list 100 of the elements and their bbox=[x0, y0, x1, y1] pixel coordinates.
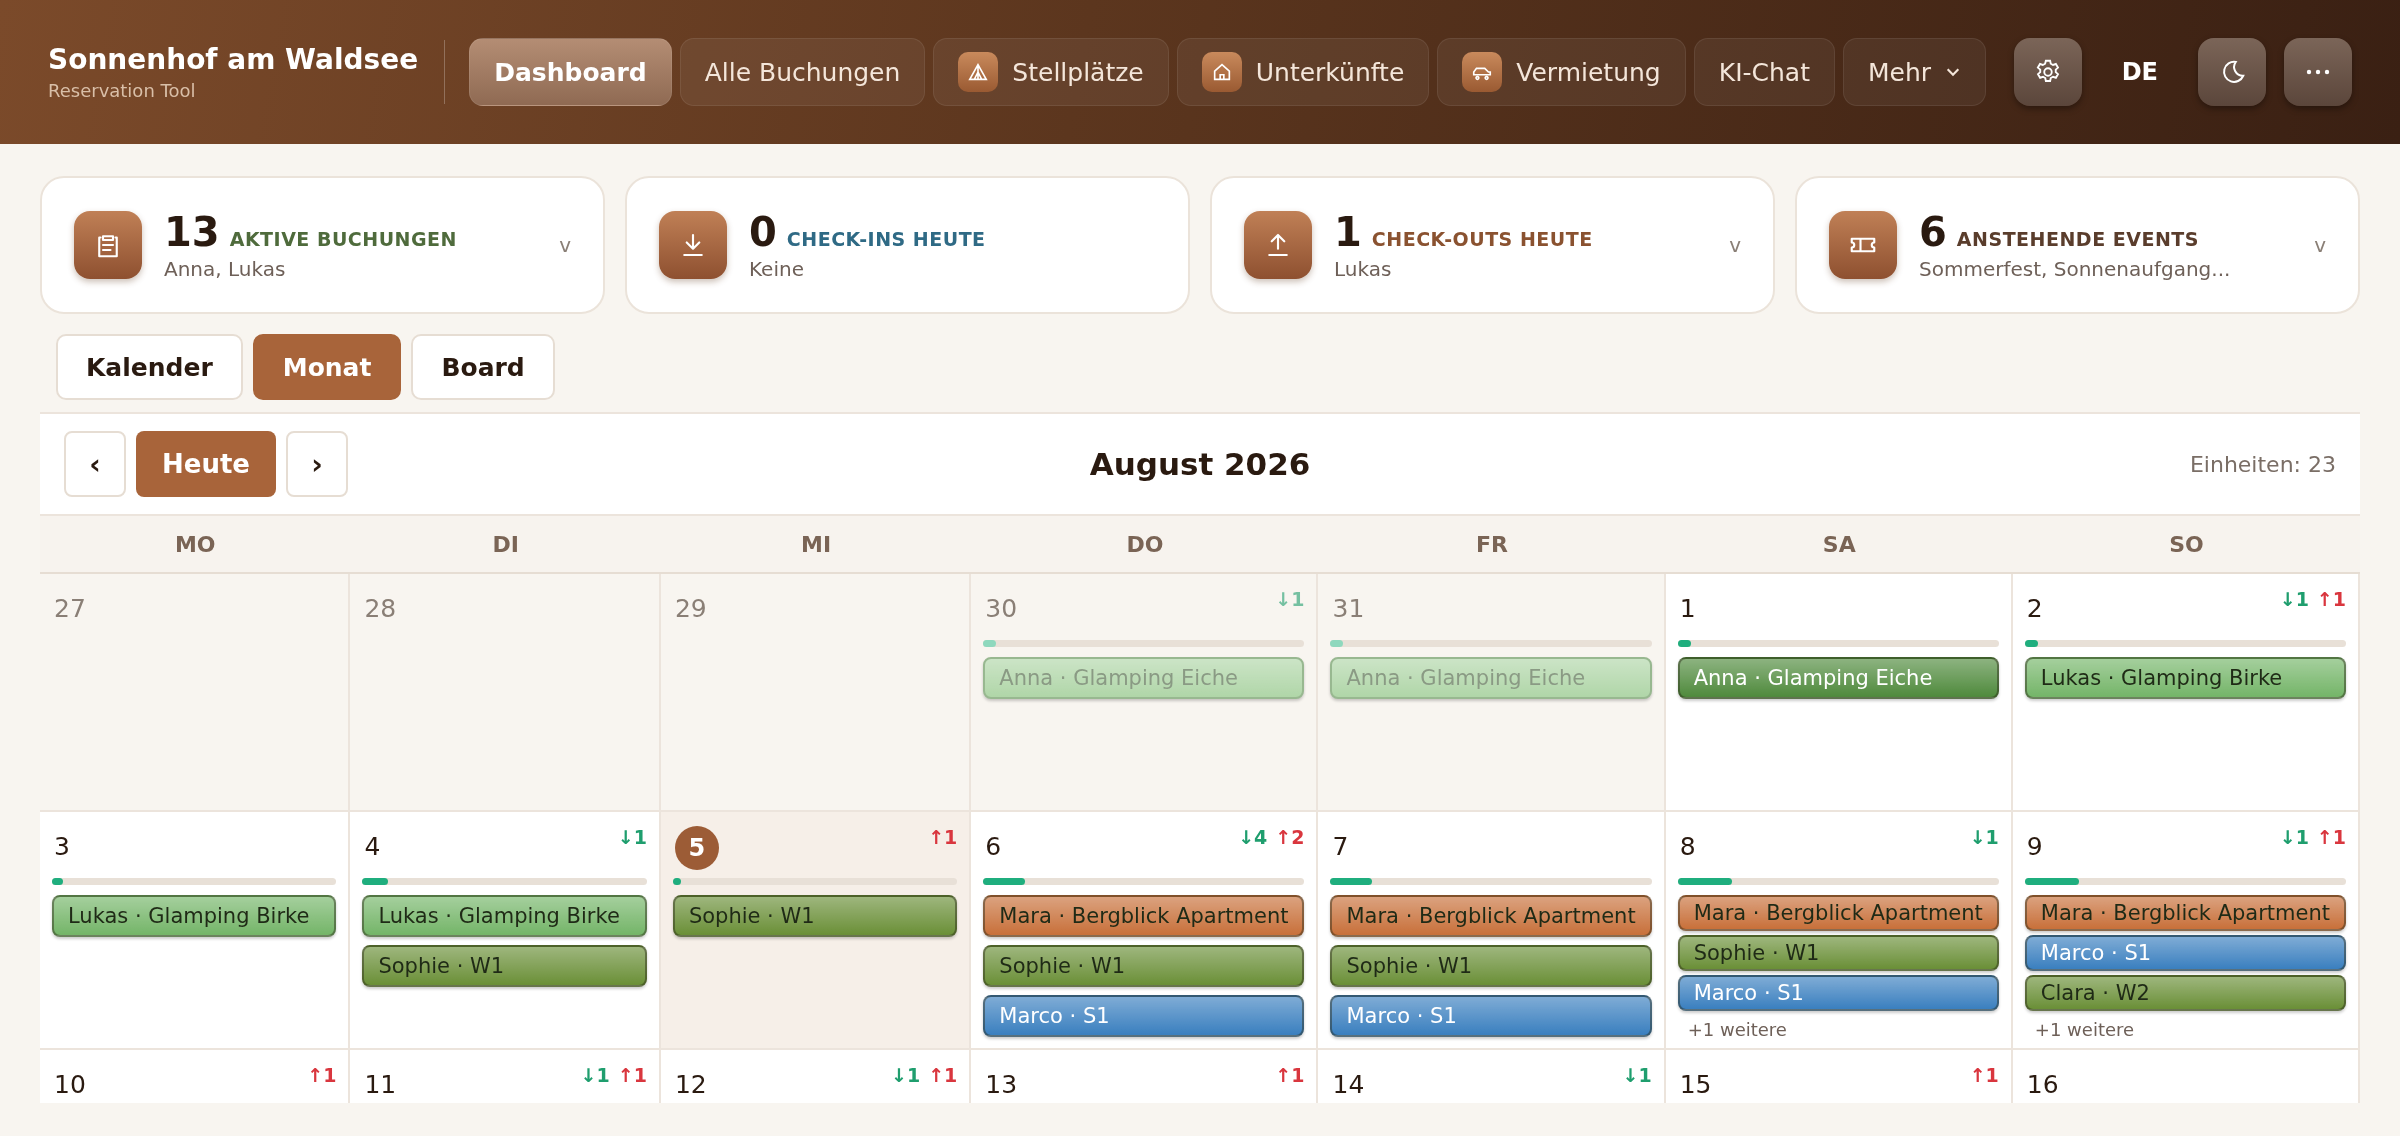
app-subtitle: Reservation Tool bbox=[48, 80, 197, 101]
day-number: 28 bbox=[364, 593, 397, 623]
arrivals-count: ↓1 bbox=[1275, 588, 1305, 610]
booking-entry[interactable]: Lukas · Glamping Birke bbox=[52, 895, 337, 937]
dark-mode-button[interactable] bbox=[2198, 38, 2266, 106]
car-icon bbox=[1462, 52, 1503, 92]
weekday-header: SO bbox=[2012, 516, 2360, 574]
departures-count: ↑1 bbox=[1969, 1064, 1999, 1086]
stat-card[interactable]: 13 AKTIVE BUCHUNGEN Anna, Lukas v bbox=[40, 176, 605, 314]
expand-toggle[interactable]: v bbox=[559, 233, 571, 257]
day-cell[interactable]: 1 Anna · Glamping Eiche bbox=[1665, 574, 2013, 812]
booking-entry[interactable]: Sophie · W1 bbox=[672, 895, 958, 937]
arrivals-count: ↓1 bbox=[2279, 826, 2309, 848]
booking-entry[interactable]: Mara · Bergblick Apartment bbox=[1330, 895, 1652, 937]
view-tab[interactable]: Board bbox=[411, 334, 555, 400]
booking-entry[interactable]: Mara · Bergblick Apartment bbox=[983, 895, 1305, 937]
view-tab[interactable]: Kalender bbox=[56, 334, 243, 400]
departures-count: ↑1 bbox=[1275, 1064, 1305, 1086]
expand-toggle[interactable]: v bbox=[2314, 233, 2326, 257]
stat-card[interactable]: 0 CHECK-INS HEUTE Keine bbox=[625, 176, 1190, 314]
nav-tab[interactable]: Stellplätze bbox=[933, 38, 1169, 106]
day-number: 15 bbox=[1679, 1069, 1712, 1099]
expand-toggle[interactable]: v bbox=[1729, 233, 1741, 257]
house-icon bbox=[1201, 52, 1242, 92]
nav-tab[interactable]: Unterkünfte bbox=[1176, 38, 1430, 106]
nav-tab[interactable]: Alle Buchungen bbox=[679, 38, 926, 106]
departures-count: ↑1 bbox=[928, 826, 958, 848]
booking-entry[interactable]: Lukas · Glamping Birke bbox=[362, 895, 647, 937]
departures-count: ↑1 bbox=[617, 1064, 647, 1086]
day-number: 30 bbox=[985, 593, 1018, 623]
day-cell[interactable]: 4 ↓1 Lukas · Glamping Birke Sophie · W1 bbox=[350, 812, 661, 1050]
settings-button[interactable] bbox=[2013, 38, 2082, 106]
day-number: 2 bbox=[2026, 593, 2043, 623]
arrivals-count: ↓4 bbox=[1238, 826, 1268, 848]
day-number: 27 bbox=[54, 593, 86, 623]
day-cell[interactable]: 3 Lukas · Glamping Birke bbox=[40, 812, 351, 1050]
departures-count: ↑1 bbox=[928, 1064, 958, 1086]
day-cell[interactable]: 29 bbox=[660, 574, 972, 812]
stat-count: 0 bbox=[749, 209, 777, 255]
stat-detail: Keine bbox=[749, 257, 805, 281]
day-number: 16 bbox=[2026, 1069, 2059, 1099]
day-number: 10 bbox=[54, 1069, 86, 1099]
day-cell[interactable]: 30 ↓1 Anna · Glamping Eiche bbox=[971, 574, 1319, 812]
stat-count: 6 bbox=[1919, 209, 1947, 255]
more-bookings-link[interactable]: +1 weitere bbox=[1677, 1011, 1999, 1040]
stat-label: CHECK-INS HEUTE bbox=[786, 228, 986, 250]
stat-detail: Lukas bbox=[1334, 257, 1393, 281]
tent-icon bbox=[958, 52, 999, 92]
booking-entry[interactable]: Sophie · W1 bbox=[1677, 935, 1999, 971]
previous-button[interactable]: ‹ bbox=[64, 431, 126, 497]
stat-card[interactable]: 1 CHECK-OUTS HEUTE Lukas v bbox=[1210, 176, 1775, 314]
weekday-header: MO bbox=[40, 516, 351, 574]
nav-tab[interactable]: Vermietung bbox=[1437, 38, 1686, 106]
more-bookings-link[interactable]: +1 weitere bbox=[2024, 1011, 2346, 1040]
nav-tab[interactable]: Dashboard bbox=[469, 38, 672, 106]
stat-card[interactable]: 6 ANSTEHENDE EVENTS Sommerfest, Sonnenaufgang... v bbox=[1795, 176, 2360, 314]
day-cell[interactable]: 5 ↑1 Sophie · W1 bbox=[660, 812, 972, 1050]
day-number: 11 bbox=[364, 1069, 397, 1099]
arrivals-count: ↓1 bbox=[1622, 1064, 1652, 1086]
arrivals-count: ↓1 bbox=[2279, 588, 2309, 610]
day-number: 14 bbox=[1332, 1069, 1365, 1099]
weekday-header: SA bbox=[1665, 516, 2013, 574]
day-cell[interactable]: 31 Anna · Glamping Eiche bbox=[1318, 574, 1666, 812]
day-number: 9 bbox=[2026, 831, 2043, 861]
day-cell[interactable]: 28 bbox=[350, 574, 661, 812]
day-number: 7 bbox=[1332, 831, 1349, 861]
departures-count: ↑1 bbox=[307, 1064, 337, 1086]
more-icon bbox=[2304, 68, 2332, 76]
day-number: 3 bbox=[54, 831, 70, 861]
day-cell[interactable]: 2 ↓1 ↑1 Lukas · Glamping Birke bbox=[2012, 574, 2360, 812]
booking-entry[interactable]: Lukas · Glamping Birke bbox=[2024, 657, 2346, 699]
departures-count: ↑2 bbox=[1275, 826, 1305, 848]
day-cell[interactable]: 8 ↓1 Mara · Bergblick Apartment Sophie · W1 Marco · S1 +1 weitere bbox=[1665, 812, 2013, 1050]
day-number: 29 bbox=[674, 593, 707, 623]
booking-entry[interactable]: Clara · W2 bbox=[2024, 975, 2346, 1011]
departures-count: ↑1 bbox=[2316, 588, 2346, 610]
departures-count: ↑1 bbox=[2316, 826, 2346, 848]
nav-tab[interactable]: Mehr bbox=[1842, 38, 1987, 106]
booking-entry[interactable]: Sophie · W1 bbox=[1330, 945, 1652, 987]
today-button[interactable]: Heute bbox=[136, 431, 276, 497]
booking-entry[interactable]: Mara · Bergblick Apartment bbox=[1677, 895, 1999, 931]
view-tab[interactable]: Monat bbox=[252, 334, 402, 400]
day-cell[interactable]: 6 ↓4 ↑2 Mara · Bergblick Apartment Sophie · W1 Marco · S1 bbox=[971, 812, 1319, 1050]
clipboard-icon bbox=[74, 211, 142, 279]
day-cell[interactable]: 7 Mara · Bergblick Apartment Sophie · W1 Marco · S1 bbox=[1318, 812, 1666, 1050]
booking-entry[interactable]: Sophie · W1 bbox=[362, 945, 647, 987]
day-number: 4 bbox=[364, 831, 381, 861]
more-button[interactable] bbox=[2284, 38, 2352, 106]
next-button[interactable]: › bbox=[285, 431, 348, 497]
language-button[interactable]: DE bbox=[2099, 58, 2180, 86]
day-cell[interactable]: 27 bbox=[40, 574, 351, 812]
day-number: 12 bbox=[674, 1069, 707, 1099]
day-cell[interactable]: 9 ↓1 ↑1 Mara · Bergblick Apartment Marco · S1 Clara · W2 +1 weitere bbox=[2012, 812, 2360, 1050]
stat-count: 1 bbox=[1334, 209, 1362, 255]
booking-entry[interactable]: Mara · Bergblick Apartment bbox=[2024, 895, 2346, 931]
nav-tab[interactable]: KI-Chat bbox=[1693, 38, 1835, 106]
booking-entry[interactable]: Sophie · W1 bbox=[983, 945, 1305, 987]
stat-detail: Anna, Lukas bbox=[164, 257, 287, 281]
arrivals-count: ↓1 bbox=[617, 826, 647, 848]
month-title: August 2026 bbox=[1089, 446, 1311, 482]
